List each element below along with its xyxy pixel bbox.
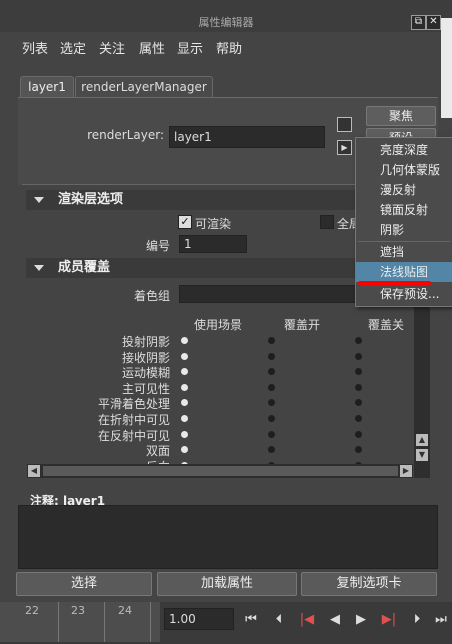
input-connection-icon[interactable]: [337, 117, 352, 132]
step-back-key-icon[interactable]: ⏴: [270, 612, 288, 628]
section-title: 成员覆盖: [58, 260, 111, 275]
tab-render-layer-manager[interactable]: renderLayerManager: [75, 76, 213, 97]
global-checkbox[interactable]: [320, 215, 334, 229]
menu-list[interactable]: 列表: [22, 38, 48, 57]
menu-select[interactable]: 选定: [60, 38, 86, 57]
go-to-start-icon[interactable]: ⏮: [242, 612, 260, 628]
number-label: 编号: [145, 239, 170, 253]
timeline-tick: 22: [25, 604, 39, 617]
override-row-label: 在折射中可见: [97, 413, 170, 427]
use-scene-radio[interactable]: [181, 353, 188, 360]
step-forward-key-red-icon[interactable]: ▶|: [380, 612, 398, 628]
step-back-key-red-icon[interactable]: |◀: [298, 612, 316, 628]
section-render-layer-options[interactable]: 渲染层选项: [26, 190, 410, 210]
override-row-label: 平滑着色处理: [97, 397, 170, 411]
use-scene-radio[interactable]: [181, 399, 188, 406]
override-off-radio[interactable]: [355, 446, 362, 453]
override-off-radio[interactable]: [355, 337, 362, 344]
menu-help[interactable]: 帮助: [216, 38, 242, 57]
annotation-underline: [358, 281, 431, 285]
renderable-checkbox[interactable]: ✓: [178, 215, 192, 229]
menu-item-normal-map[interactable]: 法线贴图: [356, 262, 452, 282]
menu-focus[interactable]: 关注: [99, 38, 125, 57]
output-connection-icon[interactable]: ▶: [337, 140, 352, 155]
scroll-right-icon[interactable]: ▶: [400, 465, 412, 477]
window-title: 属性编辑器: [198, 16, 254, 29]
menu-item-geometry-matte[interactable]: 几何体蒙版: [356, 160, 452, 180]
menu-attributes[interactable]: 属性: [139, 38, 165, 57]
global-label: 全局: [337, 217, 355, 231]
override-on-radio[interactable]: [268, 353, 275, 360]
override-off-radio[interactable]: [355, 431, 362, 438]
override-off-radio[interactable]: [355, 368, 362, 375]
column-header-override-on: 覆盖开: [284, 318, 321, 332]
menu-item-shadow[interactable]: 阴影: [356, 220, 452, 240]
section-member-overrides[interactable]: 成员覆盖: [26, 258, 410, 278]
scroll-left-icon[interactable]: ◀: [28, 465, 40, 477]
override-off-radio[interactable]: [355, 353, 362, 360]
shading-group-label: 着色组: [133, 289, 170, 303]
horizontal-scrollbar[interactable]: ◀ ▶: [27, 464, 413, 478]
column-header-use-scene: 使用场景: [194, 318, 243, 332]
collapse-arrow-icon: [34, 197, 44, 203]
use-scene-radio[interactable]: [181, 337, 188, 344]
tab-layer1[interactable]: layer1: [20, 76, 74, 97]
select-button[interactable]: 选择: [16, 572, 152, 596]
scroll-down-icon[interactable]: ▼: [416, 449, 428, 461]
menu-item-luminance-depth[interactable]: 亮度深度: [356, 140, 452, 160]
override-on-radio[interactable]: [268, 368, 275, 375]
float-icon[interactable]: ⧉: [411, 15, 426, 30]
override-row-label: 运动模糊: [121, 366, 170, 380]
use-scene-radio[interactable]: [181, 368, 188, 375]
number-field[interactable]: 1: [179, 235, 247, 253]
column-header-override-off: 覆盖关: [368, 318, 405, 332]
collapse-arrow-icon: [34, 265, 44, 271]
side-panel-strip: [441, 18, 452, 118]
override-on-radio[interactable]: [268, 415, 275, 422]
override-off-radio[interactable]: [355, 384, 362, 391]
play-forward-icon[interactable]: ▶: [352, 612, 370, 628]
renderable-label: 可渲染: [195, 217, 232, 231]
menu-item-occlusion[interactable]: 遮挡: [356, 242, 452, 262]
override-on-radio[interactable]: [268, 431, 275, 438]
render-layer-label: renderLayer:: [87, 128, 164, 142]
override-off-radio[interactable]: [355, 399, 362, 406]
window-title-bar: 属性编辑器 ⧉ ✕: [0, 0, 452, 32]
load-attributes-button[interactable]: 加载属性: [157, 572, 297, 596]
copy-tab-button[interactable]: 复制选项卡: [301, 572, 437, 596]
override-on-radio[interactable]: [268, 446, 275, 453]
vertical-scrollbar[interactable]: ▲ ▼: [414, 282, 430, 478]
menu-item-specular[interactable]: 镜面反射: [356, 200, 452, 220]
menu-item-save-preset[interactable]: 保存预设...: [356, 284, 452, 304]
render-layer-field[interactable]: layer1: [169, 126, 325, 148]
menu-item-diffuse[interactable]: 漫反射: [356, 180, 452, 200]
scroll-thumb[interactable]: [43, 466, 398, 476]
shading-group-field[interactable]: [179, 285, 359, 303]
override-row-label: 投射阴影: [121, 335, 170, 349]
close-icon[interactable]: ✕: [426, 15, 441, 30]
step-back-frame-icon[interactable]: ◀: [326, 612, 344, 628]
notes-textarea[interactable]: [18, 505, 438, 569]
use-scene-radio[interactable]: [181, 384, 188, 391]
use-scene-radio[interactable]: [181, 431, 188, 438]
current-frame-field[interactable]: 1.00: [164, 608, 234, 630]
timeline-tick: 24: [118, 604, 132, 617]
override-off-radio[interactable]: [355, 415, 362, 422]
timeline-tick: 23: [71, 604, 85, 617]
menu-show[interactable]: 显示: [177, 38, 203, 57]
override-row-label: 双面: [145, 444, 170, 458]
step-forward-key-icon[interactable]: ⏵: [408, 612, 426, 628]
go-to-end-icon[interactable]: ⏭: [432, 612, 450, 628]
focus-button[interactable]: 聚焦: [366, 106, 436, 126]
section-title: 渲染层选项: [58, 192, 124, 207]
use-scene-radio[interactable]: [181, 415, 188, 422]
use-scene-radio[interactable]: [181, 446, 188, 453]
override-on-radio[interactable]: [268, 384, 275, 391]
scroll-up-icon[interactable]: ▲: [416, 434, 428, 446]
override-on-radio[interactable]: [268, 337, 275, 344]
override-on-radio[interactable]: [268, 399, 275, 406]
